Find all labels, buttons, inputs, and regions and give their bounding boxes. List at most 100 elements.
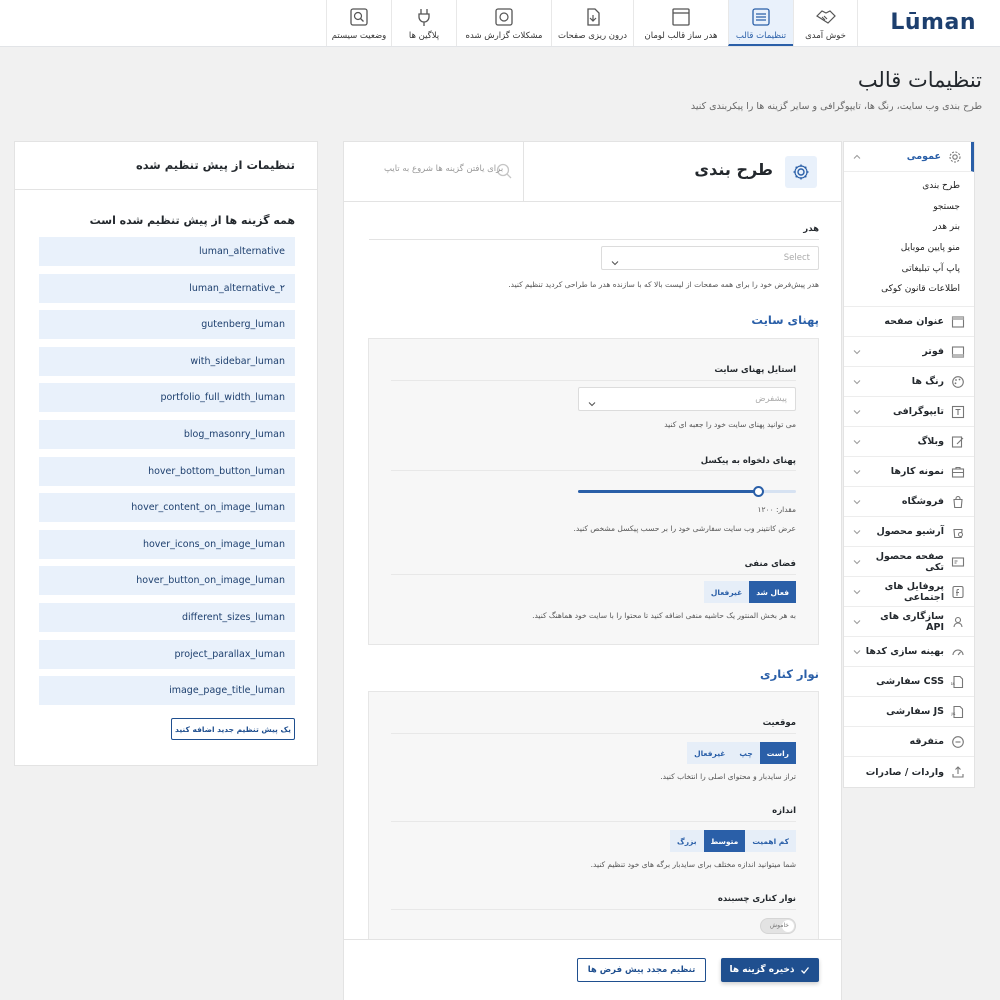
nav-sub-item-cookie-law[interactable]: اطلاعات قانون کوکی	[850, 279, 960, 300]
top-bar: Lūman خوش آمدی تنظیمات قالب هدر ساز قالب…	[0, 0, 1000, 47]
nav-item-product-archive[interactable]: آرشیو محصول	[844, 517, 974, 548]
sidebar-right-button[interactable]: راست	[759, 742, 796, 764]
preset-item[interactable]: gutenberg_luman	[39, 310, 295, 340]
preset-label: gutenberg_luman	[201, 319, 285, 331]
header-select[interactable]: Select	[601, 246, 819, 270]
preset-item[interactable]: project_parallax_luman	[39, 639, 295, 669]
nav-label: عمومی	[906, 151, 941, 162]
nav-sub-item-search[interactable]: جستجو	[850, 197, 960, 218]
preset-item[interactable]: portfolio_full_width_luman	[39, 383, 295, 413]
divider	[391, 909, 796, 910]
sidebar-position-selector: راست چپ غیرفعال	[687, 742, 796, 764]
nav-label: واردات / صادرات	[865, 766, 944, 778]
product-archive-icon	[950, 524, 966, 540]
preset-item[interactable]: image_page_title_luman	[39, 676, 295, 706]
tab-theme-settings[interactable]: تنظیمات قالب	[728, 0, 793, 46]
nav-item-shop[interactable]: فروشگاه	[844, 487, 974, 518]
nav-item-page-title[interactable]: عنوان صفحه	[844, 307, 974, 338]
nav-sub-item-mobile-menu[interactable]: منو پایین موبایل	[850, 238, 960, 259]
tab-header-builder[interactable]: هدر ساز قالب لومان	[633, 0, 728, 46]
sidebar-size-large-button[interactable]: بزرگ	[670, 830, 704, 852]
preset-item[interactable]: hover_icons_on_image_luman	[39, 529, 295, 559]
divider	[391, 380, 796, 381]
chevron-down-icon	[610, 253, 620, 266]
divider	[391, 470, 796, 471]
sidebar-disabled-button[interactable]: غیرفعال	[687, 742, 733, 764]
reset-defaults-button[interactable]: تنظیم مجدد پیش فرض ها	[577, 958, 706, 982]
sidebar-size-small-button[interactable]: کم اهمیت	[745, 830, 796, 852]
nav-item-misc[interactable]: متفرقه	[844, 727, 974, 758]
nav-item-portfolio[interactable]: نمونه کارها	[844, 457, 974, 488]
preset-label: with_sidebar_luman	[190, 355, 285, 367]
presets-subtitle: همه گزینه ها از پیش تنظیم شده است	[89, 214, 295, 227]
chevron-down-icon	[852, 617, 862, 627]
preset-item[interactable]: blog_masonry_luman	[39, 419, 295, 449]
sticky-sidebar-toggle[interactable]: خاموش	[760, 918, 796, 934]
plugin-icon	[413, 6, 435, 28]
preset-item[interactable]: hover_button_on_image_luman	[39, 566, 295, 596]
sidebar-size-medium-button[interactable]: متوسط	[703, 830, 746, 852]
nav-sub-item-layout[interactable]: طرح بندی	[850, 176, 960, 197]
custom-width-label: پهنای دلخواه به پیکسل	[700, 456, 796, 466]
system-status-icon	[348, 6, 370, 28]
preset-label: luman_alternative	[199, 246, 285, 257]
negative-space-off-button[interactable]: غیرفعال	[703, 581, 750, 603]
save-options-button[interactable]: ذخیره گزینه ها	[721, 958, 819, 982]
sidebar-section-title: نوار کناری	[760, 667, 819, 681]
tab-label: هدر ساز قالب لومان	[644, 31, 718, 41]
portfolio-icon	[950, 464, 966, 480]
gear-icon	[947, 149, 963, 165]
chevron-down-icon	[852, 407, 862, 417]
negative-space-on-button[interactable]: فعال شد	[749, 581, 796, 603]
speed-icon	[950, 644, 966, 660]
nav-sub-item-promo-popup[interactable]: پاپ آپ تبلیغاتی	[850, 259, 960, 280]
tab-welcome[interactable]: خوش آمدی	[793, 0, 858, 46]
nav-item-api[interactable]: سازگاری های API	[844, 607, 974, 638]
luman-logo[interactable]: Lūman	[890, 10, 976, 35]
page-description: طرح بندی وب سایت، رنگ ها، تایپوگرافی و س…	[690, 101, 982, 112]
sidebar-left-button[interactable]: چپ	[732, 742, 760, 764]
nav-item-custom-css[interactable]: CSS CSS سفارشی	[844, 667, 974, 698]
site-width-style-select[interactable]: پیشفرض	[578, 387, 796, 411]
tab-label: خوش آمدی	[805, 31, 846, 41]
admin-tabs: خوش آمدی تنظیمات قالب هدر ساز قالب لومان…	[326, 0, 858, 46]
nav-item-colors[interactable]: رنگ ها	[844, 367, 974, 398]
chevron-down-icon	[852, 557, 862, 567]
preset-item[interactable]: luman_alternative	[39, 237, 295, 266]
nav-item-footer[interactable]: فوتر	[844, 337, 974, 368]
nav-item-blog[interactable]: وبلاگ	[844, 427, 974, 458]
preset-item[interactable]: hover_bottom_button_luman	[39, 456, 295, 486]
width-slider-handle[interactable]	[753, 486, 765, 497]
nav-item-single-product[interactable]: صفحه محصول تکی	[844, 547, 974, 578]
palette-icon	[950, 374, 966, 390]
nav-sub-item-header-banner[interactable]: بنر هدر	[850, 217, 960, 238]
chevron-down-icon	[852, 527, 862, 537]
tab-plugins[interactable]: پلاگین ها	[391, 0, 456, 46]
nav-item-custom-js[interactable]: JS JS سفارشی	[844, 697, 974, 728]
save-button-label: ذخیره گزینه ها	[729, 965, 795, 975]
preset-item[interactable]: with_sidebar_luman	[39, 346, 295, 376]
nav-item-import-export[interactable]: واردات / صادرات	[844, 757, 974, 787]
blog-icon	[950, 434, 966, 450]
nav-item-typography[interactable]: تایپوگرافی	[844, 397, 974, 428]
preset-item[interactable]: hover_content_on_image_luman	[39, 493, 295, 523]
preset-item[interactable]: different_sizes_luman	[39, 602, 295, 632]
nav-item-social-profiles[interactable]: پروفایل های اجتماعی	[844, 577, 974, 608]
tab-reported-issues[interactable]: مشکلات گزارش شده	[456, 0, 551, 46]
site-width-style-value: پیشفرض	[755, 394, 787, 404]
preset-label: project_parallax_luman	[174, 648, 285, 660]
nav-label: بهینه سازی کدها	[865, 646, 944, 658]
search-input[interactable]: برای یافتن گزینه ها شروع به تایپ	[384, 164, 503, 174]
add-preset-button[interactable]: یک پیش تنظیم جدید اضافه کنید	[171, 718, 295, 740]
checkmark-icon	[800, 965, 810, 975]
nav-item-code-optimization[interactable]: بهینه سازی کدها	[844, 637, 974, 668]
nav-label: رنگ ها	[911, 376, 944, 388]
chevron-down-icon	[852, 437, 862, 447]
tab-system-status[interactable]: وضعیت سیستم	[326, 0, 391, 46]
nav-label: متفرقه	[909, 736, 945, 748]
tab-import-pages[interactable]: درون ریزی صفحات	[551, 0, 633, 46]
preset-item[interactable]: luman_alternative_۲	[39, 273, 295, 303]
nav-item-general[interactable]: عمومی	[844, 142, 974, 172]
chevron-down-icon	[852, 467, 862, 477]
options-search[interactable]: برای یافتن گزینه ها شروع به تایپ	[344, 142, 525, 202]
